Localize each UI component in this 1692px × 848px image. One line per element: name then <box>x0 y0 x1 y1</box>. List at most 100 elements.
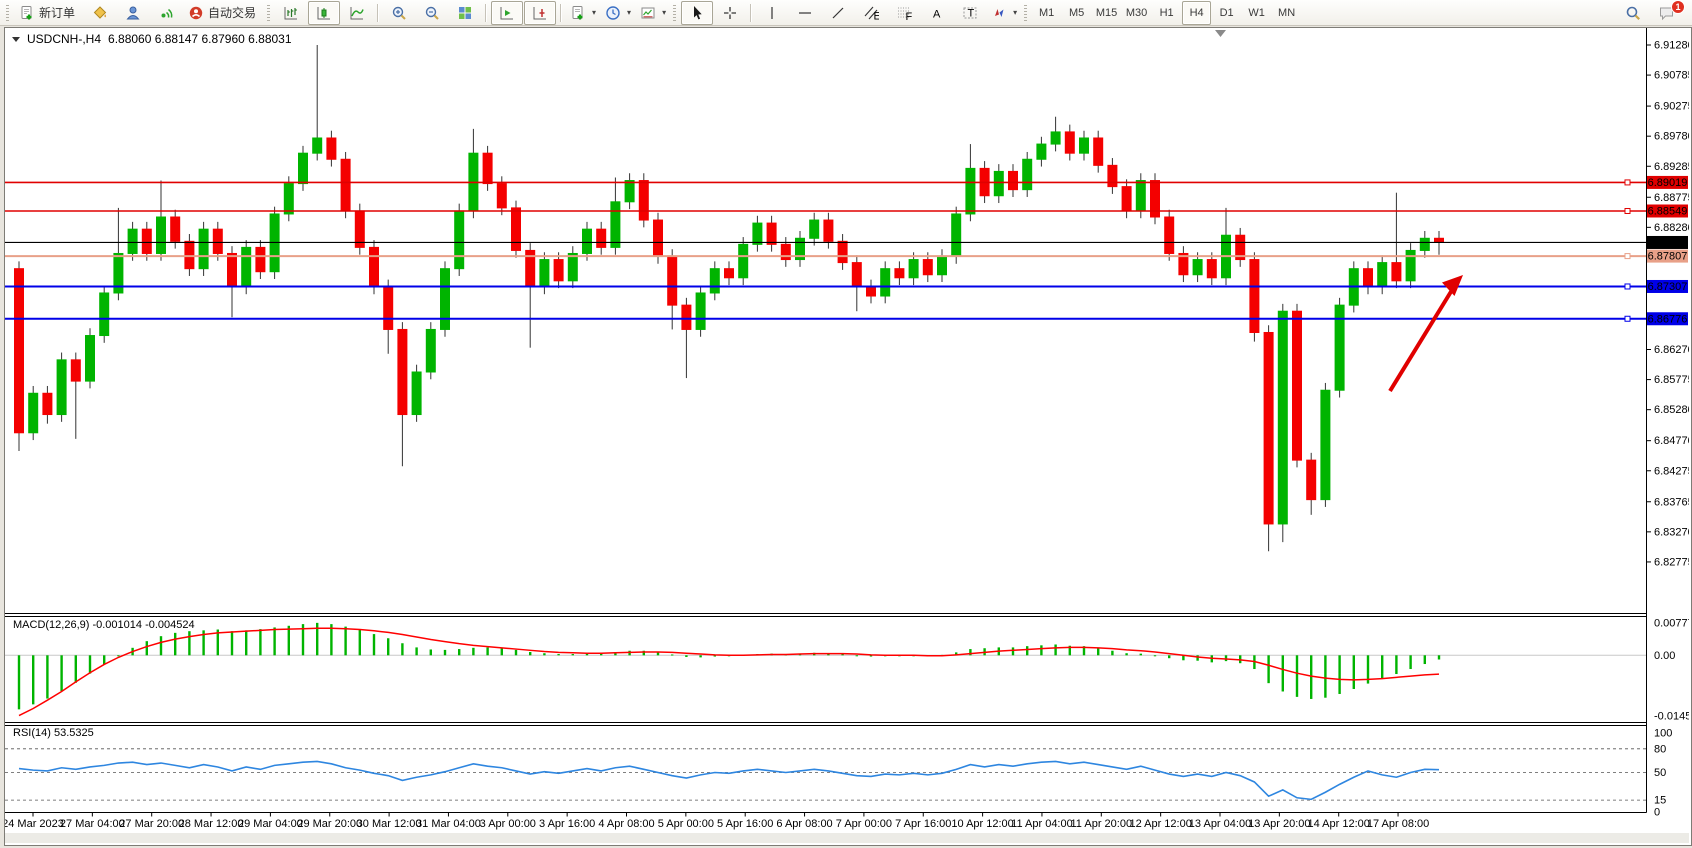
toolbar-separator <box>750 4 752 22</box>
macd-hist-bar <box>1395 655 1397 674</box>
auto-trading-button[interactable]: 自动交易 <box>183 1 264 25</box>
zoom-in-button[interactable] <box>383 1 415 25</box>
text-button[interactable]: A <box>921 1 953 25</box>
chart-shift-button[interactable] <box>524 1 556 25</box>
candle <box>1207 260 1216 278</box>
chevron-down-icon[interactable]: ▾ <box>1013 8 1017 17</box>
time-axis-label: 29 Mar 20:00 <box>297 818 362 830</box>
trendline-button[interactable] <box>822 1 854 25</box>
macd-hist-bar <box>1438 655 1440 659</box>
macd-hist-bar <box>501 648 503 655</box>
auto-scroll-button[interactable] <box>491 1 523 25</box>
profile-button[interactable] <box>117 1 149 25</box>
timeframe-mn[interactable]: MN <box>1272 1 1301 25</box>
cursor-button[interactable] <box>681 1 713 25</box>
line-chart-icon <box>349 5 365 21</box>
timeframe-w1[interactable]: W1 <box>1242 1 1271 25</box>
chevron-down-icon[interactable]: ▾ <box>627 8 631 17</box>
new-order-button[interactable]: 新订单 <box>14 1 83 25</box>
annotation-arrow[interactable] <box>1390 275 1463 391</box>
hline-6.88549[interactable]: 6.88549 <box>5 204 1688 217</box>
timeframe-m30[interactable]: M30 <box>1122 1 1151 25</box>
hline-6.89019[interactable]: 6.89019 <box>5 176 1688 189</box>
macd-hist-bar <box>699 655 701 657</box>
candle <box>938 257 947 275</box>
search-button[interactable] <box>1617 1 1649 25</box>
collapse-chart-icon[interactable] <box>12 37 20 42</box>
timeframe-h1[interactable]: H1 <box>1152 1 1181 25</box>
candlestick-chart-button[interactable] <box>308 1 340 25</box>
candle <box>966 168 975 214</box>
time-axis-label: 27 Mar 04:00 <box>60 818 125 830</box>
timeframe-m1[interactable]: M1 <box>1032 1 1061 25</box>
timeframe-h4[interactable]: H4 <box>1182 1 1211 25</box>
bar-chart-button[interactable] <box>275 1 307 25</box>
rsi-scale-label: 15 <box>1654 795 1666 807</box>
notifications-button[interactable]: 1 <box>1650 1 1682 25</box>
text-icon: A <box>929 5 945 21</box>
time-axis-label: 10 Apr 12:00 <box>951 818 1013 830</box>
signal-icon <box>158 5 174 21</box>
candle <box>781 244 790 259</box>
crosshair-icon <box>722 5 738 21</box>
candle <box>568 253 577 280</box>
candle <box>100 293 109 336</box>
timeframe-m5[interactable]: M5 <box>1062 1 1091 25</box>
tile-windows-icon <box>457 5 473 21</box>
macd-scale-label: 0.00 <box>1654 650 1675 662</box>
macd-panel[interactable] <box>5 623 1646 716</box>
crosshair-button[interactable] <box>714 1 746 25</box>
text-label-button[interactable]: T <box>954 1 986 25</box>
candle <box>895 269 904 278</box>
trendline-icon <box>830 5 846 21</box>
time-axis-label: 4 Apr 08:00 <box>598 818 654 830</box>
timeframe-m15[interactable]: M15 <box>1092 1 1121 25</box>
candle <box>185 241 194 268</box>
styler-button[interactable] <box>84 1 116 25</box>
rsi-scale-label: 0 <box>1654 807 1660 819</box>
macd-hist-bar <box>146 641 148 655</box>
timeframe-d1[interactable]: D1 <box>1212 1 1241 25</box>
chevron-down-icon[interactable]: ▾ <box>592 8 596 17</box>
price-tag-label: 6.86776 <box>1648 313 1688 325</box>
candles[interactable] <box>15 45 1444 551</box>
toolbar-grip <box>6 5 9 21</box>
profile-icon <box>125 5 141 21</box>
arrows-button[interactable]: ▾ <box>987 1 1021 25</box>
candle <box>128 229 137 253</box>
indicators-button[interactable]: ▾ <box>566 1 600 25</box>
candle <box>341 159 350 211</box>
candle <box>29 393 38 433</box>
candle <box>810 220 819 238</box>
chart-shift-marker[interactable] <box>1215 30 1226 37</box>
candle <box>1278 311 1287 524</box>
candle <box>611 202 620 248</box>
candle <box>199 229 208 269</box>
vertical-line-button[interactable] <box>756 1 788 25</box>
new-order-label: 新订单 <box>39 4 75 21</box>
candle <box>157 217 166 253</box>
svg-text:6.91280: 6.91280 <box>1654 40 1689 52</box>
macd-hist-bar <box>32 655 34 704</box>
svg-text:A: A <box>933 8 941 20</box>
horizontal-line-button[interactable] <box>789 1 821 25</box>
zoom-out-icon <box>424 5 440 21</box>
periods-button[interactable]: ▾ <box>601 1 635 25</box>
chevron-down-icon[interactable]: ▾ <box>662 8 666 17</box>
signals-button[interactable] <box>150 1 182 25</box>
channel-button[interactable]: E <box>855 1 887 25</box>
tile-windows-button[interactable] <box>449 1 481 25</box>
macd-hist-bar <box>415 647 417 655</box>
candle <box>753 223 762 244</box>
indicators-icon <box>570 5 586 21</box>
fibonacci-button[interactable]: F <box>888 1 920 25</box>
zoom-out-button[interactable] <box>416 1 448 25</box>
chart-canvas[interactable]: 6.912806.907856.902756.897806.892856.887… <box>5 28 1689 843</box>
macd-hist-bar <box>245 630 247 655</box>
text-label-icon: T <box>962 5 978 21</box>
line-chart-button[interactable] <box>341 1 373 25</box>
hline-6.87307[interactable]: 6.87307 <box>5 280 1688 293</box>
rsi-panel[interactable] <box>5 749 1646 800</box>
templates-button[interactable]: ▾ <box>636 1 670 25</box>
candle <box>554 260 563 281</box>
